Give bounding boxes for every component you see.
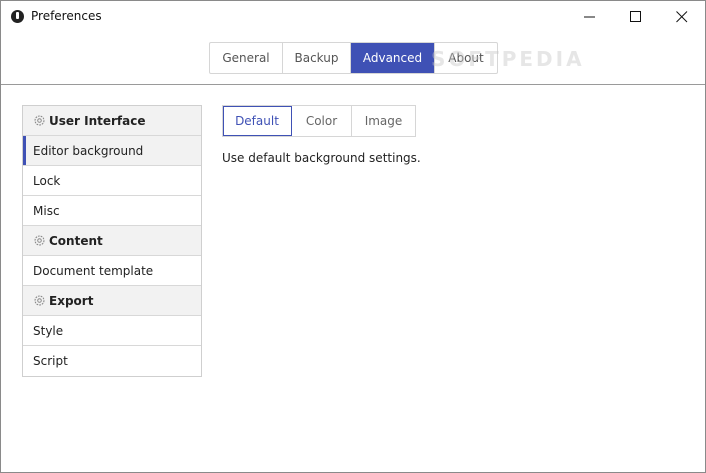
section-content: Content bbox=[23, 226, 201, 256]
gear-icon bbox=[34, 235, 45, 246]
tab-general[interactable]: General bbox=[210, 43, 283, 73]
section-export: Export bbox=[23, 286, 201, 316]
gear-icon bbox=[34, 295, 45, 306]
maximize-button[interactable] bbox=[613, 1, 659, 32]
section-user-interface: User Interface bbox=[23, 106, 201, 136]
background-description: Use default background settings. bbox=[222, 151, 421, 165]
app-logo-icon bbox=[11, 10, 24, 23]
settings-sidebar: User Interface Editor background Lock Mi… bbox=[22, 105, 202, 377]
sidebar-item-script[interactable]: Script bbox=[23, 346, 201, 376]
close-button[interactable] bbox=[659, 1, 705, 32]
minimize-icon bbox=[584, 16, 595, 18]
sidebar-item-style[interactable]: Style bbox=[23, 316, 201, 346]
tab-color[interactable]: Color bbox=[292, 106, 352, 136]
window-title: Preferences bbox=[31, 9, 102, 23]
tab-image[interactable]: Image bbox=[352, 106, 415, 136]
minimize-button[interactable] bbox=[567, 1, 613, 32]
section-label: Content bbox=[49, 233, 103, 248]
sidebar-item-misc[interactable]: Misc bbox=[23, 196, 201, 226]
preferences-window: Preferences General Backup Advanced Abou… bbox=[0, 0, 706, 473]
sidebar-item-editor-background[interactable]: Editor background bbox=[23, 136, 201, 166]
section-label: User Interface bbox=[49, 113, 146, 128]
sidebar-item-document-template[interactable]: Document template bbox=[23, 256, 201, 286]
header-divider bbox=[1, 84, 705, 85]
section-label: Export bbox=[49, 293, 94, 308]
background-tab-bar: Default Color Image bbox=[222, 105, 416, 137]
watermark: SOFTPEDIA bbox=[431, 47, 585, 71]
title-bar[interactable]: Preferences bbox=[1, 1, 705, 32]
tab-default[interactable]: Default bbox=[223, 106, 292, 136]
maximize-icon bbox=[630, 11, 641, 22]
tab-advanced[interactable]: Advanced bbox=[351, 43, 435, 73]
sidebar-item-lock[interactable]: Lock bbox=[23, 166, 201, 196]
gear-icon bbox=[34, 115, 45, 126]
tab-backup[interactable]: Backup bbox=[283, 43, 351, 73]
close-icon bbox=[676, 11, 688, 23]
